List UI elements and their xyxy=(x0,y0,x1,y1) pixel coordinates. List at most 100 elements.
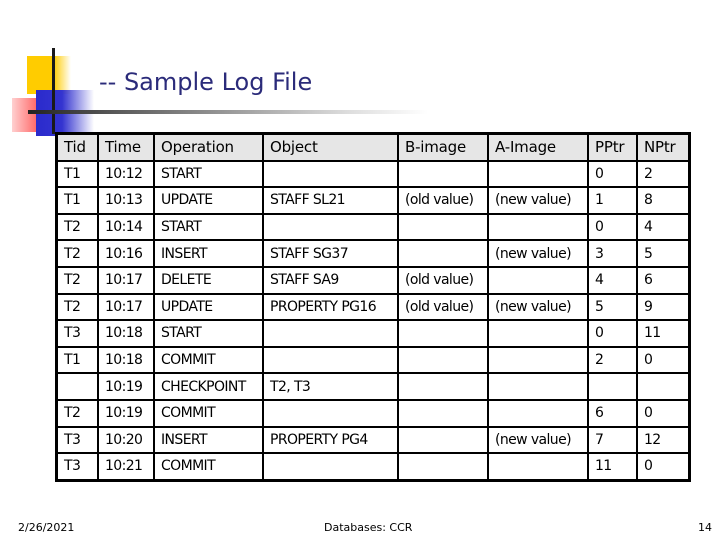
cell-a-image xyxy=(487,265,589,295)
cell-b-image: (old value) xyxy=(397,186,489,215)
cell-b-image xyxy=(397,212,489,242)
cell-a-image xyxy=(487,212,589,242)
cell-nptr: 0 xyxy=(636,398,691,428)
cell-nptr: 4 xyxy=(636,212,691,242)
cell-time: 10:12 xyxy=(97,159,155,189)
cell-tid: T1 xyxy=(55,159,99,189)
cell-time: 10:18 xyxy=(97,319,155,348)
cell-time: 10:21 xyxy=(97,452,155,482)
cell-time: 10:20 xyxy=(97,425,155,455)
cell-b-image xyxy=(397,425,489,455)
cell-a-image: (new value) xyxy=(487,186,589,215)
cell-object: STAFF SA9 xyxy=(262,265,399,295)
cell-operation: INSERT xyxy=(153,239,264,268)
cell-time: 10:14 xyxy=(97,212,155,242)
cell-tid: T2 xyxy=(55,212,99,242)
cell-object: PROPERTY PG16 xyxy=(262,292,399,322)
table-row: T2 10:17 DELETE STAFF SA9 (old value) 4 6 xyxy=(55,265,691,295)
cell-time: 10:18 xyxy=(97,345,155,375)
cell-nptr: 6 xyxy=(636,265,691,295)
cell-pptr: 0 xyxy=(587,319,638,348)
cell-nptr xyxy=(636,372,691,401)
cell-a-image xyxy=(487,345,589,375)
cell-operation: COMMIT xyxy=(153,452,264,482)
cell-time: 10:19 xyxy=(97,398,155,428)
header-object: Object xyxy=(262,132,399,162)
cell-pptr: 2 xyxy=(587,345,638,375)
cell-nptr: 12 xyxy=(636,425,691,455)
cell-object: T2, T3 xyxy=(262,372,399,401)
table-row: T1 10:12 START 0 2 xyxy=(55,159,691,189)
header-pptr: PPtr xyxy=(587,132,638,162)
cell-time: 10:17 xyxy=(97,265,155,295)
footer-title: Databases: CCR xyxy=(324,521,413,534)
cell-tid: T2 xyxy=(55,398,99,428)
table-row: T3 10:21 COMMIT 11 0 xyxy=(55,452,691,482)
cell-tid: T3 xyxy=(55,452,99,482)
cell-tid: T1 xyxy=(55,186,99,215)
cell-tid: T2 xyxy=(55,265,99,295)
cell-operation: DELETE xyxy=(153,265,264,295)
cell-operation: START xyxy=(153,212,264,242)
cell-object xyxy=(262,452,399,482)
cell-object xyxy=(262,212,399,242)
cell-tid: T1 xyxy=(55,345,99,375)
cell-a-image xyxy=(487,398,589,428)
cell-a-image xyxy=(487,159,589,189)
cell-a-image xyxy=(487,452,589,482)
header-time: Time xyxy=(97,132,155,162)
cell-a-image xyxy=(487,372,589,401)
header-operation: Operation xyxy=(153,132,264,162)
cell-b-image: (old value) xyxy=(397,292,489,322)
decorative-vertical-line xyxy=(52,48,55,134)
cell-object: STAFF SL21 xyxy=(262,186,399,215)
cell-tid: T2 xyxy=(55,239,99,268)
cell-b-image xyxy=(397,345,489,375)
cell-b-image xyxy=(397,452,489,482)
cell-pptr: 1 xyxy=(587,186,638,215)
cell-b-image xyxy=(397,372,489,401)
header-b-image: B-image xyxy=(397,132,489,162)
log-table: Tid Time Operation Object B-image A-Imag… xyxy=(55,132,691,482)
cell-pptr: 0 xyxy=(587,212,638,242)
cell-object xyxy=(262,319,399,348)
cell-operation: COMMIT xyxy=(153,345,264,375)
cell-nptr: 9 xyxy=(636,292,691,322)
cell-a-image: (new value) xyxy=(487,292,589,322)
cell-b-image: (old value) xyxy=(397,265,489,295)
cell-nptr: 5 xyxy=(636,239,691,268)
cell-operation: START xyxy=(153,319,264,348)
cell-object: PROPERTY PG4 xyxy=(262,425,399,455)
cell-operation: COMMIT xyxy=(153,398,264,428)
cell-b-image xyxy=(397,398,489,428)
cell-nptr: 0 xyxy=(636,345,691,375)
cell-pptr: 5 xyxy=(587,292,638,322)
cell-pptr: 6 xyxy=(587,398,638,428)
cell-pptr: 0 xyxy=(587,159,638,189)
header-tid: Tid xyxy=(55,132,99,162)
title-underline-divider xyxy=(28,110,428,114)
table-row: T3 10:20 INSERT PROPERTY PG4 (new value) 7 12 xyxy=(55,425,691,455)
cell-b-image xyxy=(397,159,489,189)
cell-nptr: 0 xyxy=(636,452,691,482)
cell-tid xyxy=(55,372,99,401)
cell-nptr: 2 xyxy=(636,159,691,189)
table-header-row: Tid Time Operation Object B-image A-Imag… xyxy=(55,132,691,162)
cell-tid: T3 xyxy=(55,425,99,455)
cell-time: 10:17 xyxy=(97,292,155,322)
table-row: 10:19 CHECKPOINT T2, T3 xyxy=(55,372,691,401)
cell-operation: START xyxy=(153,159,264,189)
header-a-image: A-Image xyxy=(487,132,589,162)
cell-tid: T2 xyxy=(55,292,99,322)
cell-nptr: 11 xyxy=(636,319,691,348)
header-nptr: NPtr xyxy=(636,132,691,162)
cell-object xyxy=(262,398,399,428)
cell-pptr: 11 xyxy=(587,452,638,482)
table-row: T1 10:13 UPDATE STAFF SL21 (old value) (new v… xyxy=(55,186,691,215)
table-row: T2 10:14 START 0 4 xyxy=(55,212,691,242)
cell-time: 10:19 xyxy=(97,372,155,401)
cell-pptr: 7 xyxy=(587,425,638,455)
cell-nptr: 8 xyxy=(636,186,691,215)
slide-title: -- Sample Log File xyxy=(99,68,313,96)
cell-pptr: 3 xyxy=(587,239,638,268)
